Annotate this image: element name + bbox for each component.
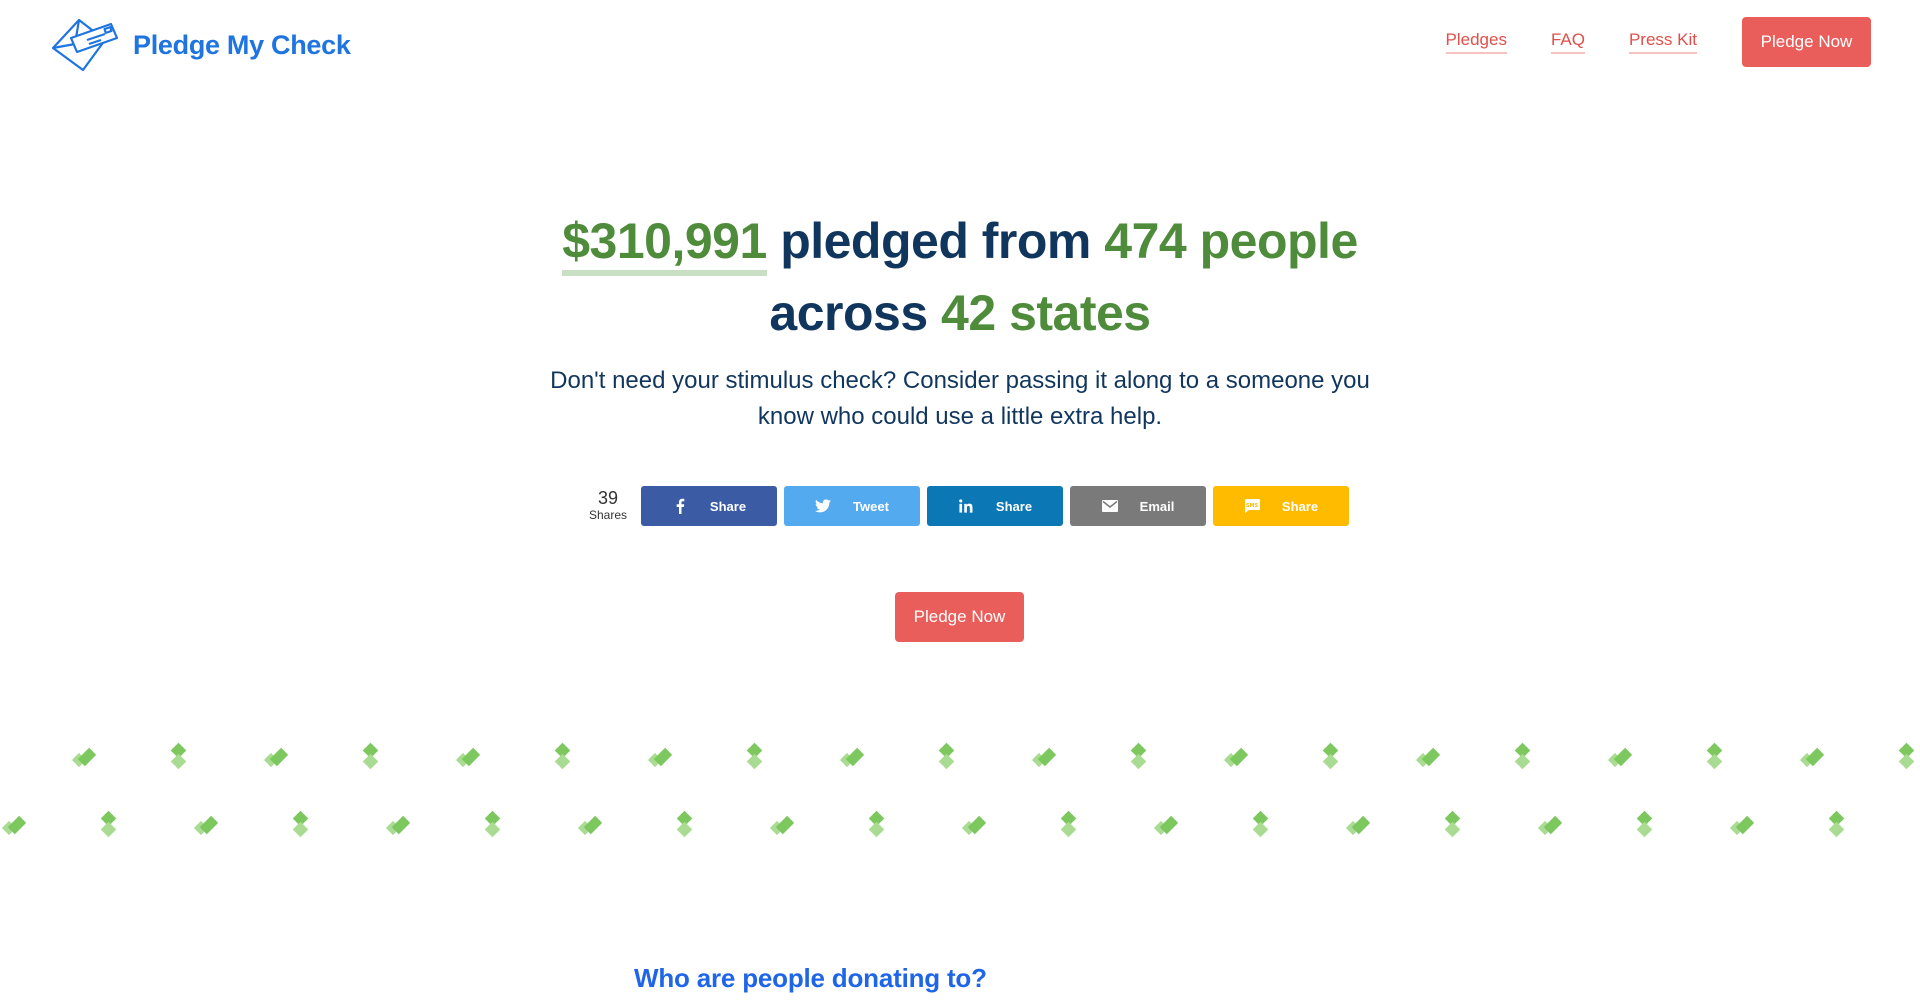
linkedin-share-button[interactable]: Share [927, 486, 1063, 526]
pattern-diamond-mark [1130, 742, 1147, 770]
twitter-icon [815, 498, 832, 514]
pattern-diamond-mark [868, 810, 885, 838]
pattern-check-mark [1, 815, 27, 836]
states-count: 42 [941, 285, 996, 341]
pattern-check-mark [1607, 747, 1633, 768]
sms-share-label: Share [1281, 498, 1319, 514]
pattern-check-mark [455, 747, 481, 768]
pattern-diamond-mark [170, 742, 187, 770]
pattern-diamond-mark [746, 742, 763, 770]
nav-link-pledges[interactable]: Pledges [1445, 30, 1507, 54]
pattern-diamond-mark [100, 810, 117, 838]
brand-logo-link[interactable]: Pledge My Check [49, 18, 351, 72]
facebook-share-button[interactable]: Share [641, 486, 777, 526]
pattern-diamond-mark [1514, 742, 1531, 770]
share-bar: 39 Shares Share Tweet Share Email SMS Sh… [583, 486, 1356, 526]
sms-share-button[interactable]: SMS Share [1213, 486, 1349, 526]
main-nav: Pledges FAQ Press Kit Pledge Now [1445, 17, 1871, 67]
share-count-label: Shares [588, 508, 628, 522]
pattern-diamond-mark [938, 742, 955, 770]
pattern-check-mark [263, 747, 289, 768]
pattern-check-mark [1537, 815, 1563, 836]
share-count: 39 Shares [583, 489, 633, 523]
page: Pledge My Check Pledges FAQ Press Kit Pl… [0, 0, 1920, 1000]
decorative-check-pattern [1, 742, 1915, 838]
pattern-check-mark [1799, 747, 1825, 768]
pattern-diamond-mark [1636, 810, 1653, 838]
pattern-diamond-mark [1828, 810, 1845, 838]
pledged-amount: $310,991 [562, 212, 767, 276]
pattern-diamond-mark [1252, 810, 1269, 838]
hero-subtitle: Don't need your stimulus check? Consider… [550, 367, 1370, 430]
email-share-label: Email [1139, 498, 1175, 514]
header-pledge-now-button[interactable]: Pledge Now [1742, 17, 1871, 67]
states-word: states [1009, 285, 1151, 341]
pattern-diamond-mark [292, 810, 309, 838]
hero-headline: $310,991 pledged from 474 people across … [0, 205, 1920, 349]
hero: $310,991 pledged from 474 people across … [0, 205, 1920, 435]
pattern-check-mark [839, 747, 865, 768]
pattern-check-mark [385, 815, 411, 836]
brand-name: Pledge My Check [133, 29, 351, 60]
pattern-diamond-mark [1444, 810, 1461, 838]
twitter-share-label: Tweet [853, 498, 889, 514]
envelope-check-logo-icon [51, 18, 119, 72]
headline-across: across [769, 285, 928, 341]
svg-text:SMS: SMS [1246, 503, 1259, 509]
donations-section-title: Who are people donating to? [634, 963, 987, 993]
facebook-share-label: Share [709, 498, 747, 514]
pattern-diamond-mark [1898, 742, 1915, 770]
pattern-diamond-mark [1706, 742, 1723, 770]
share-count-number: 39 [597, 488, 619, 508]
pattern-check-mark [71, 747, 97, 768]
pattern-diamond-mark [676, 810, 693, 838]
email-icon [1101, 498, 1118, 514]
hero-pledge-now-button[interactable]: Pledge Now [895, 592, 1024, 642]
pattern-check-mark [1415, 747, 1441, 768]
people-count: 474 [1104, 213, 1187, 269]
headline-pledged-from: pledged from [780, 213, 1091, 269]
pattern-check-mark [961, 815, 987, 836]
sms-icon: SMS [1244, 498, 1260, 514]
twitter-share-button[interactable]: Tweet [784, 486, 920, 526]
pattern-diamond-mark [1060, 810, 1077, 838]
pattern-check-mark [193, 815, 219, 836]
pattern-diamond-mark [554, 742, 571, 770]
pattern-check-mark [1345, 815, 1371, 836]
pattern-diamond-mark [1322, 742, 1339, 770]
pattern-check-mark [1153, 815, 1179, 836]
people-word: people [1199, 213, 1359, 269]
pattern-diamond-mark [484, 810, 501, 838]
pattern-check-mark [577, 815, 603, 836]
email-share-button[interactable]: Email [1070, 486, 1206, 526]
site-header: Pledge My Check Pledges FAQ Press Kit Pl… [0, 0, 1920, 90]
nav-link-faq[interactable]: FAQ [1550, 30, 1585, 54]
linkedin-share-label: Share [995, 498, 1033, 514]
nav-link-press-kit[interactable]: Press Kit [1628, 30, 1697, 54]
linkedin-icon [958, 498, 974, 514]
pattern-check-mark [1223, 747, 1249, 768]
pattern-check-mark [647, 747, 673, 768]
pattern-check-mark [1729, 815, 1755, 836]
facebook-icon [672, 498, 688, 514]
pattern-check-mark [769, 815, 795, 836]
pattern-check-mark [1031, 747, 1057, 768]
pattern-diamond-mark [362, 742, 379, 770]
